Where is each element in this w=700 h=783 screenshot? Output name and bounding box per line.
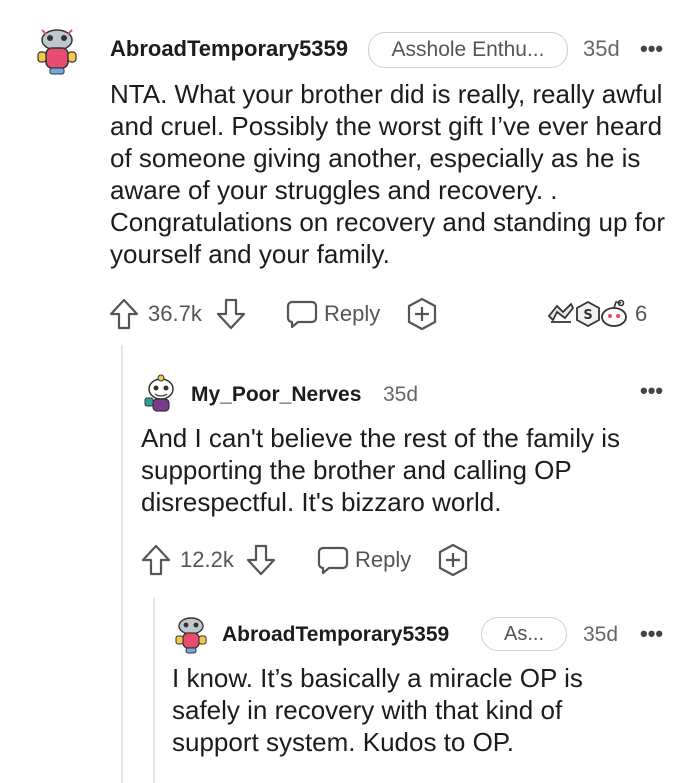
silver-award-icon: S [576,300,600,328]
snoo-award-icon [601,299,627,327]
comment-body: NTA. What your brother did is really, re… [110,79,666,269]
thread-line [153,598,155,783]
reply-label: Reply [324,301,381,326]
svg-text:S: S [583,308,592,323]
arrow-down-icon [216,298,246,330]
username[interactable]: My_Poor_Nerves [191,383,361,407]
thread-line [121,345,123,783]
timestamp: 35d [583,36,620,61]
downvote-button[interactable] [245,543,277,577]
avatar[interactable] [172,614,210,654]
award-count: 6 [635,301,648,326]
speech-bubble-icon [317,546,349,575]
more-options-button[interactable]: ••• [640,38,663,60]
arrow-up-icon [109,298,139,330]
upvote-button[interactable] [108,297,140,331]
timestamp: 35d [583,623,619,646]
vote-count: 12.2k [180,547,234,572]
snoo-avatar-icon [37,29,77,75]
avatar[interactable] [143,374,179,414]
snoo-avatar-icon [175,617,207,654]
awards[interactable]: S 6 [545,298,647,330]
timestamp: 35d [383,383,419,406]
speech-bubble-icon [286,300,318,329]
award-hands-icon [547,302,575,323]
snoo-avatar-icon [144,374,174,412]
comment-body: And I can't believe the rest of the fami… [141,423,620,517]
arrow-down-icon [246,544,276,576]
avatar[interactable] [32,26,82,76]
username[interactable]: AbroadTemporary5359 [110,36,348,62]
more-options-button[interactable]: ••• [640,380,663,402]
upvote-button[interactable] [140,543,172,577]
username[interactable]: AbroadTemporary5359 [222,623,449,647]
reply-button[interactable]: Reply [286,297,380,331]
reply-button[interactable]: Reply [317,543,411,577]
plus-hexagon-icon [438,543,468,577]
comment-body: I know. It’s basically a miracle OP is s… [172,663,583,757]
user-flair[interactable]: As... [481,617,567,651]
reply-label: Reply [355,547,412,572]
arrow-up-icon [141,544,171,576]
more-options-button[interactable]: ••• [640,623,663,645]
user-flair[interactable]: Asshole Enthu... [368,32,568,68]
vote-count: 36.7k [148,301,202,326]
plus-hexagon-icon [407,297,437,331]
downvote-button[interactable] [215,297,247,331]
give-award-button[interactable] [405,296,439,332]
give-award-button[interactable] [436,542,470,578]
